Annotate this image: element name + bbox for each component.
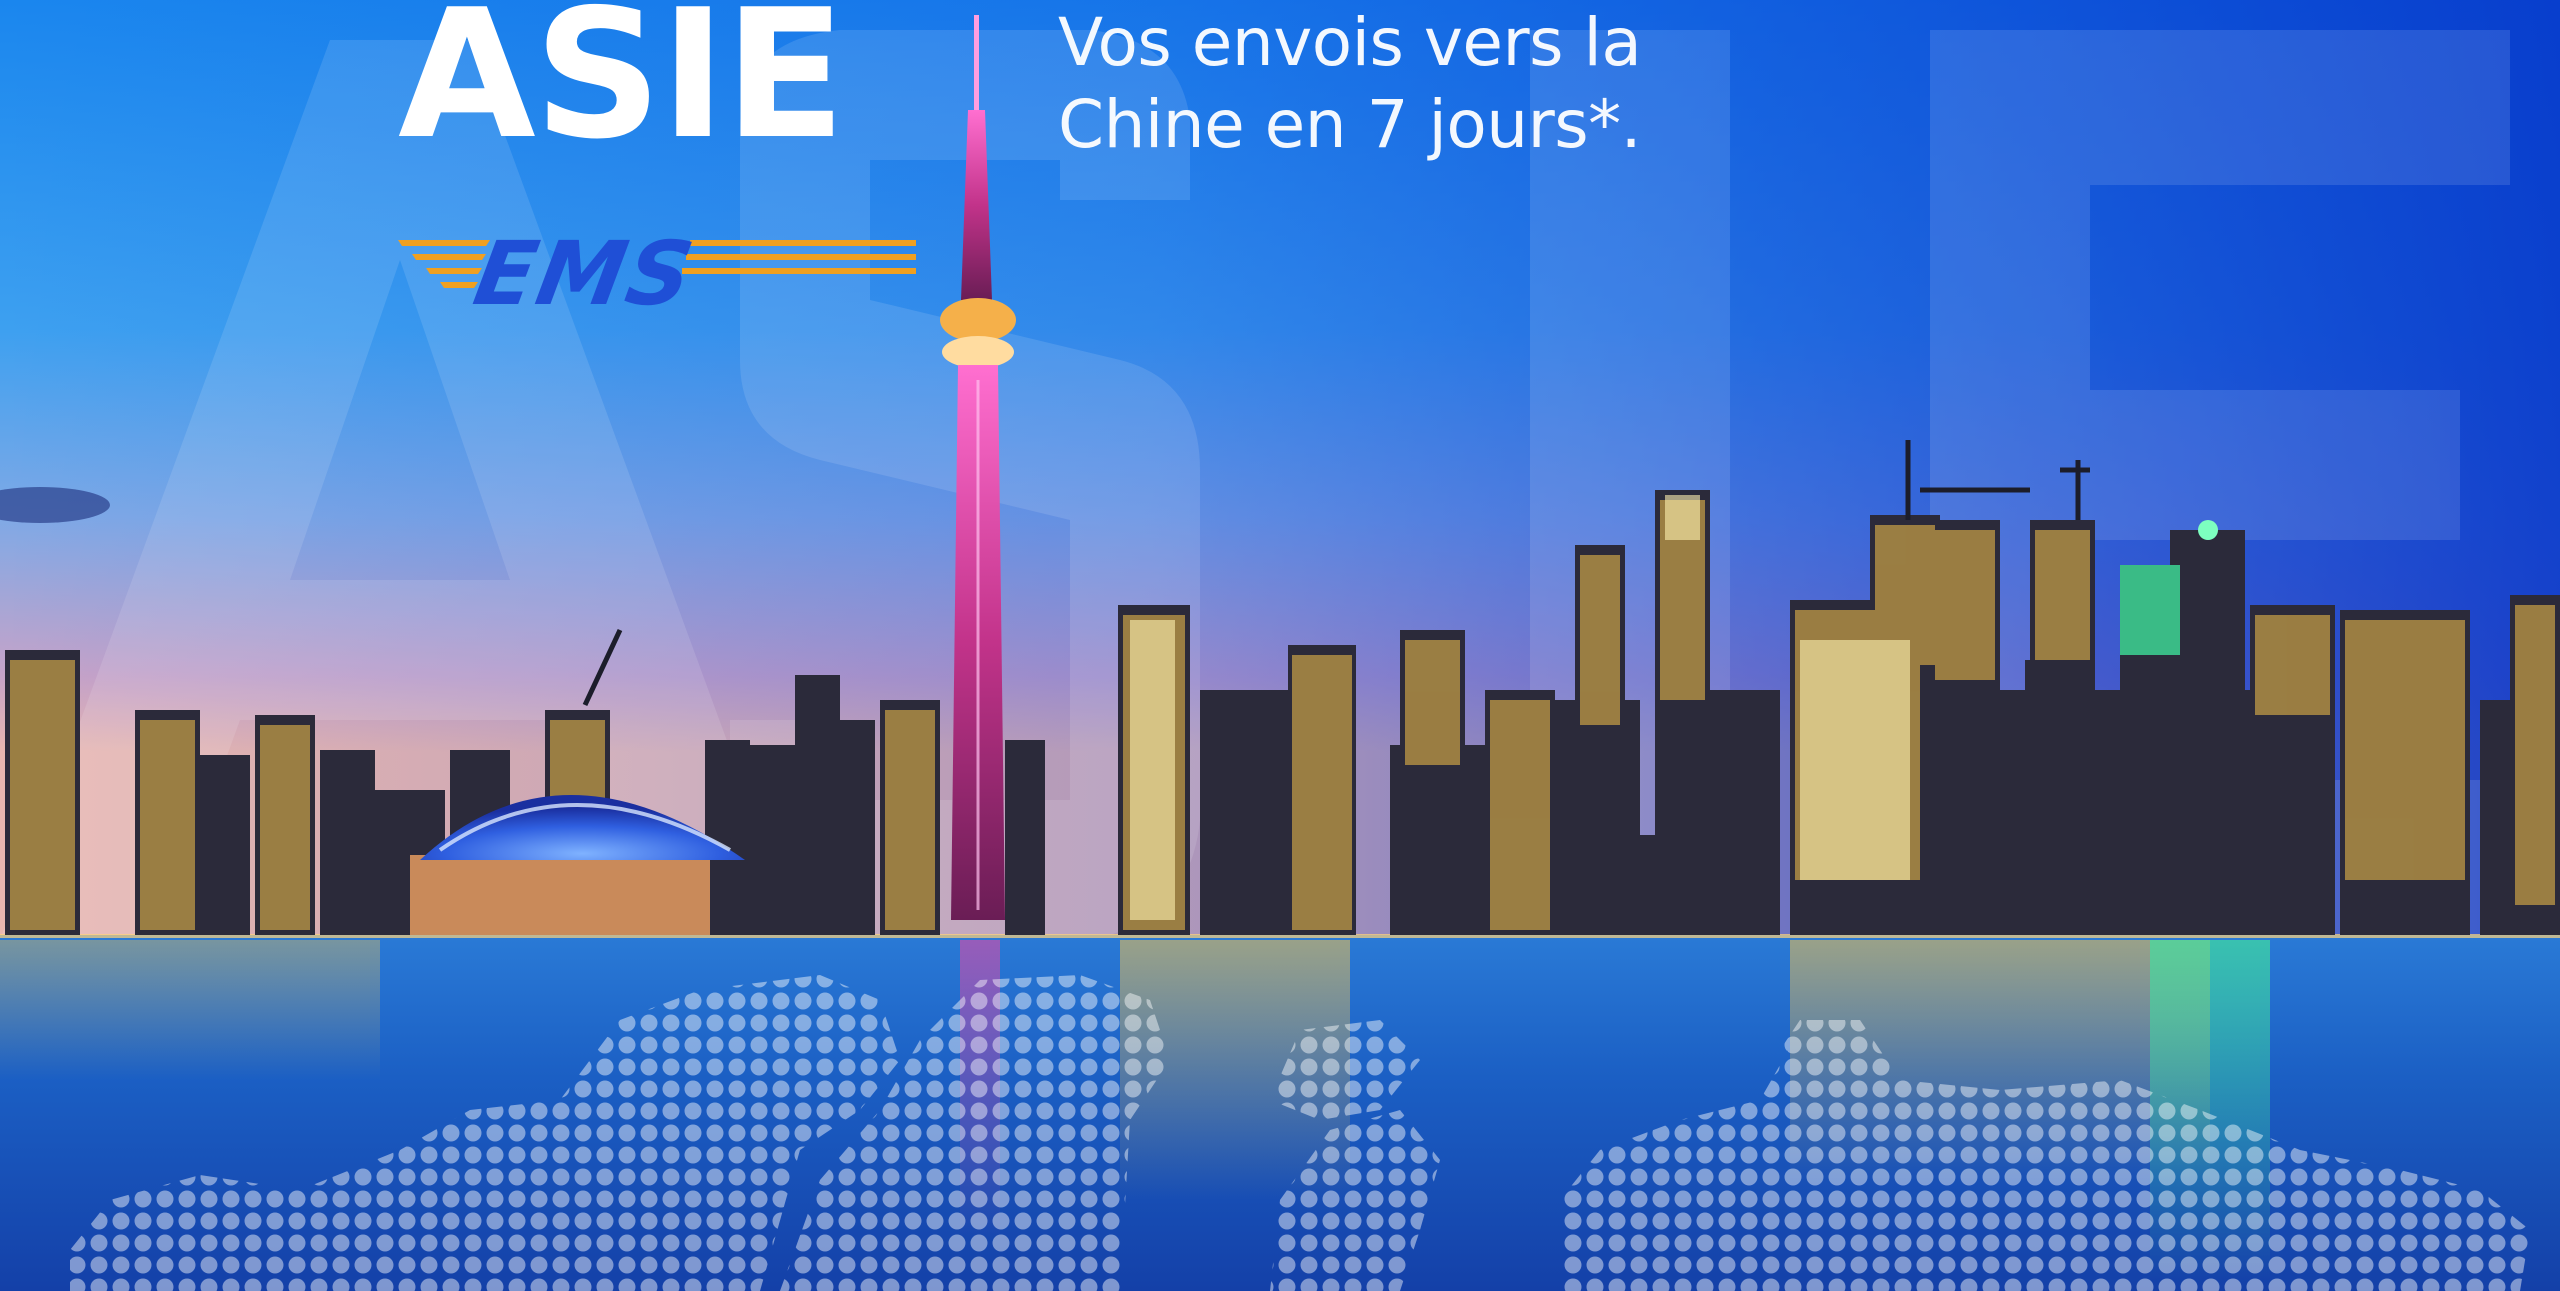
reflection-gold-3 — [0, 940, 380, 1080]
tagline-line-2: Chine en 7 jours*. — [1058, 86, 1642, 163]
hero-background — [0, 0, 2560, 1291]
hero-title: ASIE — [398, 0, 846, 178]
ems-logo-text: EMS — [467, 222, 703, 325]
ems-logo: EMS — [398, 222, 920, 326]
hero-tagline: Vos envois vers la Chine en 7 jours*. — [1058, 2, 1642, 166]
tagline-line-1: Vos envois vers la — [1058, 4, 1642, 81]
